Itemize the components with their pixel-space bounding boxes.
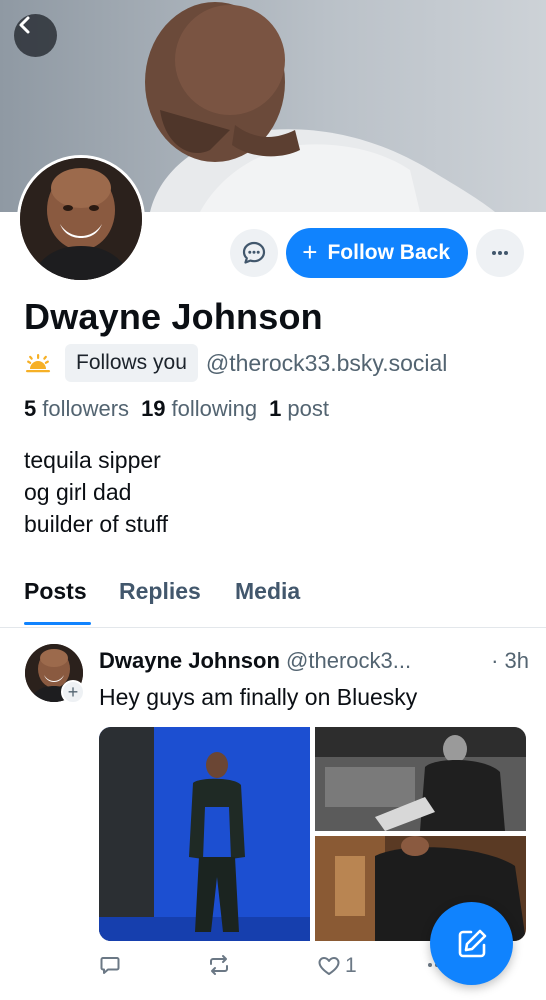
post-author-name[interactable]: Dwayne Johnson: [99, 648, 280, 673]
tab-replies[interactable]: Replies: [119, 578, 201, 605]
active-tab-indicator: [24, 622, 91, 625]
handle-row: Follows you @therock33.bsky.social: [24, 344, 447, 382]
avatar-image: [20, 158, 142, 280]
follow-plus-badge[interactable]: +: [61, 680, 85, 704]
more-options-button[interactable]: [476, 229, 524, 277]
profile-bio: tequila sipper og girl dad builder of st…: [24, 444, 168, 540]
repost-button[interactable]: [207, 954, 231, 976]
repost-icon: [210, 955, 228, 975]
ellipsis-icon: [492, 251, 508, 255]
reply-icon: [100, 957, 120, 974]
profile-tabs: Posts Replies Media: [0, 568, 546, 628]
plus-icon: +: [302, 237, 318, 267]
posts-count: 1: [269, 396, 282, 421]
compose-button[interactable]: [430, 902, 513, 985]
posts-stat: 1 post: [269, 396, 329, 422]
profile-stats: 5 followers 19 following 1 post: [24, 396, 329, 422]
heart-icon: [318, 957, 340, 975]
profile-handle: @therock33.bsky.social: [205, 349, 448, 376]
chat-bubble-icon: [243, 241, 266, 264]
posts-label: post: [287, 396, 329, 421]
post-header: Dwayne Johnson @therock3... · 3h: [99, 648, 529, 674]
photo-image: [315, 727, 526, 831]
profile-avatar[interactable]: [17, 155, 145, 283]
compose-icon: [458, 929, 486, 957]
reply-button[interactable]: [99, 954, 121, 976]
bio-line: builder of stuff: [24, 511, 169, 537]
post-author-handle[interactable]: @therock3...: [286, 648, 411, 673]
following-count: 19: [141, 396, 166, 421]
like-count: 1: [345, 954, 357, 977]
post-image-1[interactable]: [99, 727, 310, 941]
post-image-2[interactable]: [315, 727, 526, 831]
photo-image: [99, 727, 310, 941]
chevron-left-icon: [19, 16, 30, 34]
followers-count: 5: [24, 396, 37, 421]
followers-label: followers: [42, 396, 130, 421]
tab-media[interactable]: Media: [235, 578, 300, 605]
follow-back-label: Follow Back: [327, 241, 450, 264]
bio-line: og girl dad: [24, 479, 132, 505]
bio-line: tequila sipper: [24, 447, 161, 473]
tab-posts[interactable]: Posts: [24, 578, 87, 605]
back-button[interactable]: [14, 14, 57, 57]
profile-name: Dwayne Johnson: [24, 296, 323, 337]
following-label: following: [171, 396, 258, 421]
following-stat[interactable]: 19 following: [141, 396, 257, 422]
follows-you-badge: Follows you: [65, 344, 198, 382]
post-text: Hey guys am finally on Bluesky: [99, 684, 418, 710]
follow-back-button[interactable]: + Follow Back: [286, 228, 468, 278]
profile-actions: + Follow Back: [230, 228, 524, 278]
like-button[interactable]: 1: [317, 954, 357, 978]
post-timestamp: · 3h: [491, 648, 529, 673]
post-actions: 1: [99, 954, 459, 984]
message-button[interactable]: [230, 229, 279, 277]
followers-stat[interactable]: 5 followers: [24, 396, 129, 422]
sun-icon: [26, 354, 50, 373]
